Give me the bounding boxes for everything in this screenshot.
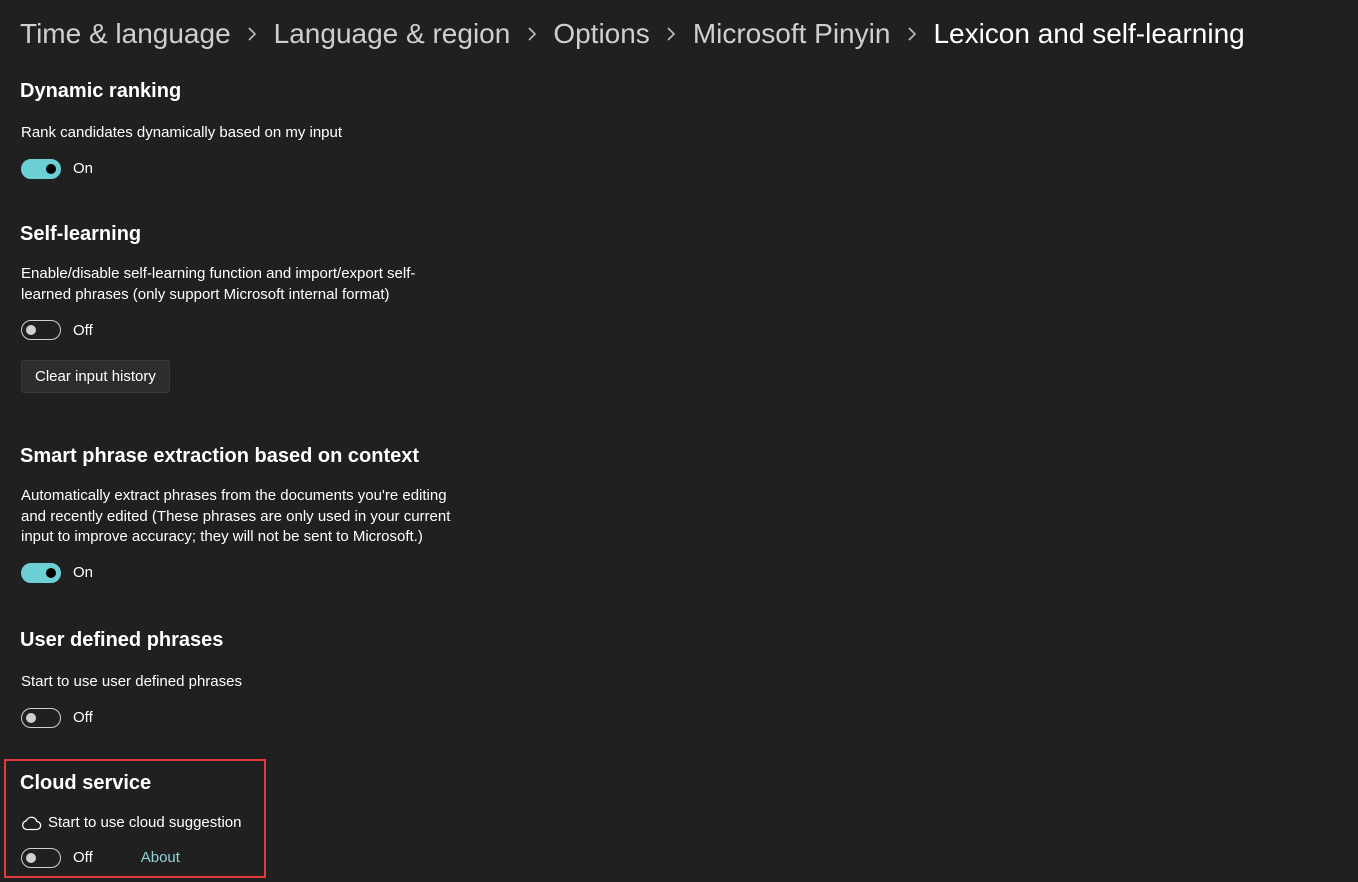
section-description: Enable/disable self-learning function an… [21, 265, 416, 303]
section-self-learning: Self-learning Enable/disable self-learni… [20, 222, 480, 393]
toggle-row: Off [20, 320, 480, 340]
section-description: Automatically extract phrases from the d… [21, 487, 451, 545]
section-title: Dynamic ranking [20, 80, 182, 102]
toggle-knob [26, 712, 36, 723]
clear-input-history-button[interactable]: Clear input history [21, 360, 170, 393]
section-title: Smart phrase extraction based on context [20, 445, 420, 467]
toggle-row: Off About [20, 847, 480, 868]
section-cloud-service: Cloud service Start to use cloud suggest… [20, 771, 480, 868]
about-link[interactable]: About [141, 849, 180, 866]
smart-phrase-toggle[interactable] [21, 562, 61, 583]
toggle-knob [46, 567, 56, 578]
cloud-suggestion-toggle[interactable] [21, 847, 61, 868]
section-description: Rank candidates dynamically based on my … [21, 124, 343, 141]
breadcrumb-current-page: Lexicon and self-learning [933, 18, 1245, 49]
breadcrumb-options[interactable]: Options [553, 18, 650, 50]
self-learning-toggle[interactable] [21, 320, 61, 340]
section-description: Start to use user defined phrases [21, 673, 242, 690]
cloud-icon [22, 816, 42, 831]
chevron-right-icon [510, 23, 553, 46]
user-defined-phrases-toggle[interactable] [21, 707, 61, 728]
section-title: Cloud service [20, 772, 152, 794]
toggle-row: Off [20, 707, 480, 728]
section-title: User defined phrases [20, 629, 224, 651]
breadcrumb-language-region[interactable]: Language & region [274, 18, 511, 50]
toggle-state-label: On [73, 564, 94, 581]
section-title: Self-learning [20, 223, 142, 245]
breadcrumb: Time & language Language & region Option… [20, 14, 1245, 54]
toggle-knob [26, 325, 36, 335]
toggle-row: On [20, 158, 480, 179]
settings-page: Time & language Language & region Option… [0, 0, 1358, 882]
chevron-right-icon [231, 23, 274, 46]
section-dynamic-ranking: Dynamic ranking Rank candidates dynamica… [20, 79, 480, 179]
toggle-knob [26, 852, 36, 863]
dynamic-ranking-toggle[interactable] [21, 158, 61, 179]
toggle-row: On [20, 562, 480, 583]
toggle-state-label: Off [73, 849, 93, 866]
chevron-right-icon [650, 23, 693, 46]
toggle-knob [46, 163, 56, 174]
chevron-right-icon [890, 23, 933, 46]
toggle-state-label: Off [73, 321, 93, 339]
breadcrumb-time-language[interactable]: Time & language [20, 18, 231, 50]
toggle-state-label: Off [73, 709, 93, 726]
section-smart-phrase-extraction: Smart phrase extraction based on context… [20, 444, 480, 583]
breadcrumb-microsoft-pinyin[interactable]: Microsoft Pinyin [693, 18, 891, 50]
section-user-defined-phrases: User defined phrases Start to use user d… [20, 628, 480, 728]
toggle-state-label: On [73, 160, 94, 177]
section-description: Start to use cloud suggestion [20, 813, 480, 834]
cloud-suggestion-label: Start to use cloud suggestion [48, 814, 242, 831]
